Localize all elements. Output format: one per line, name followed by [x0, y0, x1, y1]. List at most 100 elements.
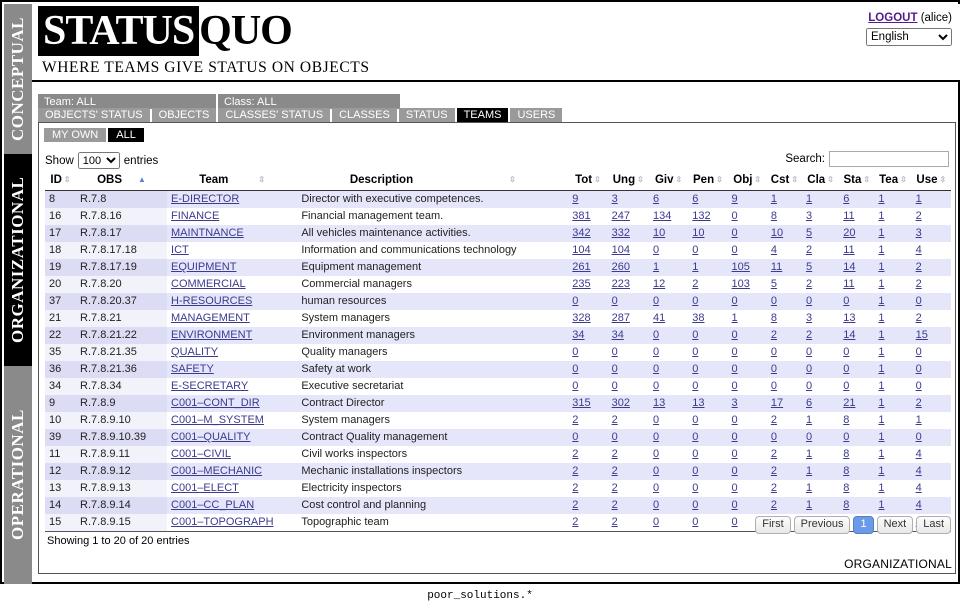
cell-cla-link[interactable]: 1 [806, 193, 812, 205]
cell-tot-link[interactable]: 2 [572, 414, 578, 426]
cell-obj-link[interactable]: 0 [732, 295, 738, 307]
cell-use-link[interactable]: 4 [916, 482, 922, 494]
cell-tot[interactable]: 2 [568, 514, 607, 531]
cell-tot-link[interactable]: 0 [572, 295, 578, 307]
cell-cla[interactable]: 0 [802, 361, 839, 378]
cell-tot-link[interactable]: 0 [572, 346, 578, 358]
cell-tea-link[interactable]: 1 [878, 431, 884, 443]
cell-ung-link[interactable]: 332 [612, 227, 630, 239]
cell-giv[interactable]: 0 [649, 293, 688, 310]
cell-use-link[interactable]: 4 [916, 448, 922, 460]
vnav-item-conceptual[interactable]: CONCEPTUAL [4, 4, 32, 154]
pagination-page-1[interactable]: 1 [853, 516, 873, 534]
cell-tot[interactable]: 328 [568, 310, 607, 327]
cell-pen-link[interactable]: 132 [692, 210, 710, 222]
cell-tot[interactable]: 2 [568, 412, 607, 429]
cell-sta-link[interactable]: 8 [843, 465, 849, 477]
cell-team-link[interactable]: EQUIPMENT [171, 261, 236, 273]
cell-tea-link[interactable]: 1 [878, 380, 884, 392]
cell-tea-link[interactable]: 1 [878, 244, 884, 256]
subtab-my-own[interactable]: MY OWN [44, 128, 106, 142]
cell-tea[interactable]: 1 [874, 497, 911, 514]
cell-cla-link[interactable]: 5 [806, 227, 812, 239]
cell-giv-link[interactable]: 0 [653, 516, 659, 528]
cell-ung[interactable]: 287 [608, 310, 649, 327]
cell-ung[interactable]: 0 [608, 378, 649, 395]
cell-use[interactable]: 15 [912, 327, 951, 344]
cell-giv[interactable]: 0 [649, 497, 688, 514]
cell-obj-link[interactable]: 9 [732, 193, 738, 205]
cell-tot[interactable]: 0 [568, 378, 607, 395]
cell-pen[interactable]: 0 [688, 327, 727, 344]
cell-giv[interactable]: 0 [649, 446, 688, 463]
cell-cla[interactable]: 6 [802, 395, 839, 412]
cell-ung-link[interactable]: 0 [612, 295, 618, 307]
cell-ung-link[interactable]: 0 [612, 380, 618, 392]
cell-sta-link[interactable]: 11 [843, 210, 854, 222]
cell-giv-link[interactable]: 10 [653, 227, 665, 239]
cell-giv-link[interactable]: 0 [653, 363, 659, 375]
cell-giv-link[interactable]: 0 [653, 414, 659, 426]
cell-sta[interactable]: 11 [839, 242, 874, 259]
cell-cla-link[interactable]: 2 [806, 278, 812, 290]
cell-cst-link[interactable]: 8 [771, 210, 777, 222]
cell-team[interactable]: C001–CC_PLAN [167, 497, 297, 514]
cell-cla[interactable]: 2 [802, 276, 839, 293]
cell-ung-link[interactable]: 34 [612, 329, 624, 341]
cell-use-link[interactable]: 0 [916, 363, 922, 375]
cell-giv[interactable]: 0 [649, 378, 688, 395]
cell-obj-link[interactable]: 3 [732, 397, 738, 409]
cell-ung[interactable]: 260 [608, 259, 649, 276]
language-select[interactable]: English [866, 28, 952, 46]
cell-ung[interactable]: 2 [608, 463, 649, 480]
cell-sta[interactable]: 13 [839, 310, 874, 327]
cell-ung-link[interactable]: 0 [612, 431, 618, 443]
cell-tea-link[interactable]: 1 [878, 312, 884, 324]
cell-pen-link[interactable]: 1 [692, 261, 698, 273]
cell-pen[interactable]: 0 [688, 463, 727, 480]
cell-obj-link[interactable]: 105 [732, 261, 750, 273]
cell-tea[interactable]: 1 [874, 259, 911, 276]
cell-cst-link[interactable]: 11 [771, 261, 782, 273]
cell-pen-link[interactable]: 0 [692, 244, 698, 256]
cell-team[interactable]: E-DIRECTOR [167, 191, 297, 209]
tab-classes-status[interactable]: CLASSES' STATUS [218, 108, 330, 122]
cell-tea-link[interactable]: 1 [878, 499, 884, 511]
cell-cst[interactable]: 11 [767, 259, 802, 276]
cell-obj[interactable]: 103 [728, 276, 767, 293]
cell-cla-link[interactable]: 5 [806, 261, 812, 273]
cell-cla[interactable]: 2 [802, 242, 839, 259]
cell-team-link[interactable]: C001–MECHANIC [171, 465, 262, 477]
cell-giv[interactable]: 0 [649, 344, 688, 361]
cell-sta[interactable]: 20 [839, 225, 874, 242]
cell-sta-link[interactable]: 8 [843, 482, 849, 494]
cell-pen-link[interactable]: 38 [692, 312, 704, 324]
cell-giv-link[interactable]: 0 [653, 465, 659, 477]
cell-team-link[interactable]: C001–TOPOGRAPH [171, 516, 274, 528]
cell-tea-link[interactable]: 1 [878, 414, 884, 426]
cell-sta[interactable]: 0 [839, 293, 874, 310]
cell-ung-link[interactable]: 104 [612, 244, 630, 256]
cell-sta[interactable]: 6 [839, 191, 874, 209]
cell-cla-link[interactable]: 0 [806, 380, 812, 392]
cell-pen[interactable]: 6 [688, 191, 727, 209]
cell-pen[interactable]: 0 [688, 480, 727, 497]
cell-sta-link[interactable]: 0 [843, 295, 849, 307]
col-header-obj[interactable]: Obj⇳ [728, 171, 767, 191]
cell-obj[interactable]: 0 [728, 497, 767, 514]
subtab-all[interactable]: ALL [108, 128, 144, 142]
cell-giv[interactable]: 12 [649, 276, 688, 293]
cell-tot[interactable]: 2 [568, 463, 607, 480]
cell-ung[interactable]: 2 [608, 446, 649, 463]
cell-tea-link[interactable]: 1 [878, 397, 884, 409]
cell-obj[interactable]: 0 [728, 412, 767, 429]
cell-cla[interactable]: 3 [802, 310, 839, 327]
filter-class[interactable]: Class: ALL [218, 94, 400, 109]
cell-team[interactable]: FINANCE [167, 208, 297, 225]
cell-use-link[interactable]: 1 [916, 414, 922, 426]
cell-cla-link[interactable]: 1 [806, 448, 812, 460]
cell-tot[interactable]: 34 [568, 327, 607, 344]
cell-sta[interactable]: 8 [839, 446, 874, 463]
cell-team-link[interactable]: MAINTNANCE [171, 227, 244, 239]
cell-team-link[interactable]: H-RESOURCES [171, 295, 252, 307]
